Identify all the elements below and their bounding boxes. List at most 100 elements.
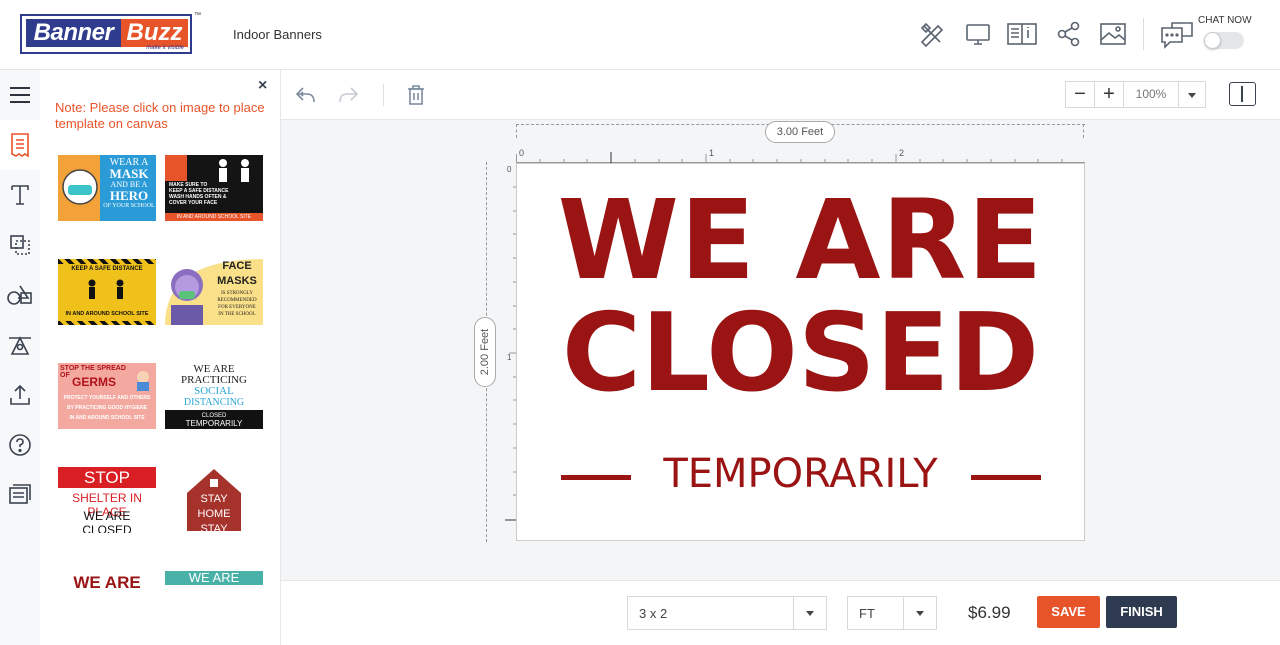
ruler-label: 0: [519, 148, 525, 158]
size-select-value: 3 x 2: [639, 606, 668, 621]
undo-icon[interactable]: [293, 83, 317, 107]
unit-select-value: FT: [859, 606, 875, 621]
template-text: IN AND AROUND SCHOOL SITE: [165, 213, 263, 221]
template-text: BY PRACTICING GOOD HYGIENE: [67, 405, 147, 411]
template-text: HERO: [109, 188, 149, 203]
menu-icon[interactable]: [0, 70, 40, 120]
product-title: Indoor Banners: [233, 27, 322, 42]
upload-icon[interactable]: [0, 370, 40, 420]
bannerbuzz-logo[interactable]: Banner Buzz make it visible ™: [20, 12, 201, 54]
sign-line-temporarily[interactable]: TEMPORARILY: [517, 448, 1084, 500]
template-text: IN THE SCHOOL: [218, 312, 256, 317]
chat-toggle[interactable]: [1204, 32, 1244, 49]
chat-now-label: CHAT NOW: [1198, 15, 1252, 26]
template-text: IS STRONGLY: [221, 291, 253, 296]
design-canvas[interactable]: WE ARE CLOSED TEMPORARILY: [516, 163, 1085, 541]
template-thumb-stay-home[interactable]: STAY HOME STAY SAFE: [165, 467, 263, 533]
horizontal-ruler: 0 1 2: [516, 148, 1085, 163]
unit-select[interactable]: FT: [847, 596, 937, 630]
header-divider: [1143, 18, 1144, 50]
sign-line-we-are[interactable]: WE ARE: [517, 180, 1084, 300]
template-text: GERMS: [72, 375, 117, 389]
zoom-control: − + 100%: [1065, 81, 1206, 108]
comments-icon[interactable]: [0, 470, 40, 520]
template-text: STAY HOME: [197, 493, 231, 520]
price-label: $6.99: [968, 603, 1011, 622]
width-dimension-label: 3.00 Feet: [765, 121, 835, 143]
redo-icon[interactable]: [337, 83, 361, 107]
logo-buzz-text: Buzz: [121, 19, 188, 47]
share-icon[interactable]: [1055, 20, 1083, 48]
logo-banner-text: Banner: [26, 19, 121, 47]
panel-note: Note: Please click on image to place tem…: [55, 100, 265, 131]
height-dimension-text: 2.00 Feet: [479, 328, 491, 376]
canvas-toolbar: − + 100%: [281, 70, 1280, 120]
canvas-workarea: − + 100% 3.00 Feet 2.00 Feet 0 1 2 0 1 W…: [281, 70, 1280, 580]
template-text: MASKS: [217, 275, 257, 287]
template-text: PROTECT YOURSELF AND OTHERS: [63, 395, 151, 401]
ruler-label: 1: [507, 353, 512, 362]
template-thumb-we-are-closed[interactable]: WE ARE: [58, 571, 156, 589]
text-icon[interactable]: [0, 170, 40, 220]
sign-rule-right[interactable]: [971, 475, 1041, 480]
help-icon[interactable]: [0, 420, 40, 470]
template-text: IN AND AROUND SCHOOL SITE: [65, 311, 149, 317]
template-text: IN AND AROUND SCHOOL SITE: [69, 415, 145, 421]
design-tools-icon[interactable]: [918, 20, 946, 48]
template-thumb-keep-distance[interactable]: KEEP A SAFE DISTANCE IN AND AROUND SCHOO…: [58, 259, 156, 325]
tool-rail: [0, 70, 40, 645]
app-header: Banner Buzz make it visible ™ Indoor Ban…: [0, 0, 1280, 70]
preview-icon[interactable]: [964, 20, 992, 48]
template-thumb-shelter-in-place[interactable]: STOP SHELTER IN PLACE WE ARE CLOSED: [58, 467, 156, 533]
clipart-icon[interactable]: [0, 320, 40, 370]
chevron-down-icon[interactable]: [793, 597, 826, 629]
template-text: MASK: [109, 166, 149, 181]
template-thumb-social-distancing[interactable]: WE ARE PRACTICING SOCIAL DISTANCING CLOS…: [165, 363, 263, 429]
chevron-down-icon[interactable]: [1179, 82, 1205, 107]
chevron-down-icon[interactable]: [903, 597, 936, 629]
template-text: DISTANCING: [183, 397, 245, 408]
size-select[interactable]: 3 x 2: [627, 596, 827, 630]
zoom-out-button[interactable]: −: [1066, 82, 1095, 107]
toggle-panel-icon[interactable]: [1229, 82, 1256, 106]
zoom-in-button[interactable]: +: [1095, 82, 1124, 107]
shapes-icon[interactable]: [0, 270, 40, 320]
ruler-label: 2: [899, 148, 905, 158]
templates-icon[interactable]: [0, 120, 40, 170]
ruler-label: 1: [709, 148, 715, 158]
template-text: WE ARE: [165, 571, 263, 585]
sign-line-closed[interactable]: CLOSED: [517, 294, 1084, 414]
template-thumb-stop-germs[interactable]: STOP THE SPREAD OF GERMS PROTECT YOURSEL…: [58, 363, 156, 429]
templates-panel: × Note: Please click on image to place t…: [40, 70, 281, 645]
zoom-value[interactable]: 100%: [1124, 82, 1179, 107]
template-text: SOCIAL: [194, 385, 234, 397]
catalog-icon[interactable]: [1006, 20, 1038, 48]
template-text: FACE: [222, 260, 252, 272]
save-button[interactable]: SAVE: [1037, 596, 1100, 628]
height-dimension-label: 2.00 Feet: [474, 317, 496, 387]
toolbar-divider: [383, 84, 384, 106]
layers-icon[interactable]: [0, 220, 40, 270]
logo-tagline: make it visible: [146, 45, 184, 51]
template-text: WE ARE: [73, 573, 141, 590]
delete-icon[interactable]: [404, 83, 428, 107]
template-text: OF YOUR SCHOOL: [103, 203, 155, 209]
chat-icon[interactable]: [1160, 20, 1194, 49]
template-thumb-we-are-closed-teal[interactable]: WE ARE: [165, 571, 263, 589]
template-text: STOP: [58, 467, 156, 488]
template-thumb-safe-distance[interactable]: MAKE SURE TO KEEP A SAFE DISTANCE WASH H…: [165, 155, 263, 221]
template-text: RECOMMENDED: [217, 298, 257, 303]
template-text: FOR EVERYONE: [218, 305, 256, 310]
close-panel-icon[interactable]: ×: [258, 77, 267, 95]
hazard-stripe: [58, 321, 156, 325]
chat-toggle-knob: [1204, 32, 1221, 49]
logo-frame: Banner Buzz make it visible: [20, 14, 192, 54]
ruler-label: 0: [507, 165, 512, 174]
template-thumb-face-masks[interactable]: FACE MASKS IS STRONGLY RECOMMENDED FOR E…: [165, 259, 263, 325]
template-thumb-mask-hero[interactable]: WEAR A MASK AND BE A HERO OF YOUR SCHOOL: [58, 155, 156, 221]
finish-button[interactable]: FINISH: [1106, 596, 1177, 628]
logo-trademark: ™: [194, 12, 201, 19]
template-text: COVER YOUR FACE: [169, 200, 218, 206]
image-icon[interactable]: [1099, 20, 1127, 48]
template-text: WE ARE CLOSED: [82, 509, 132, 533]
